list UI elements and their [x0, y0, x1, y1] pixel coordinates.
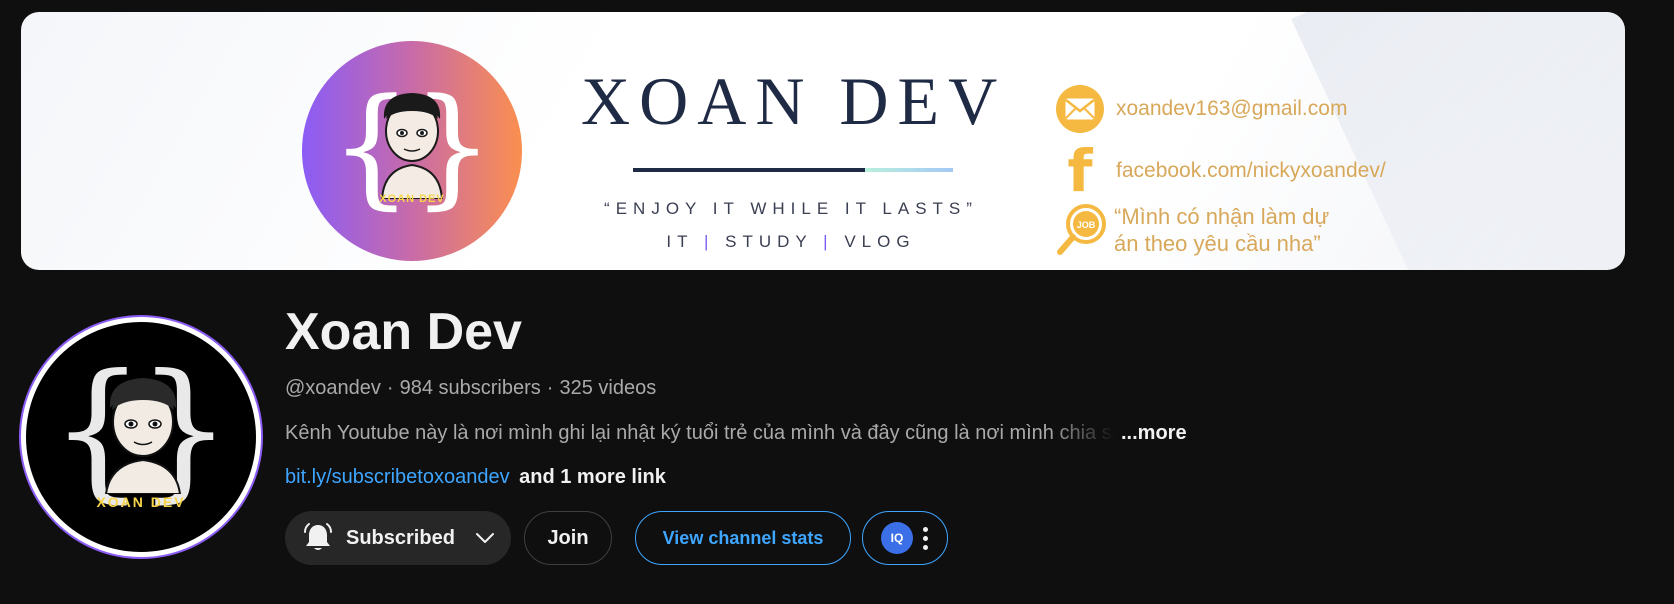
description-more-button[interactable]: ...more	[1121, 422, 1187, 445]
banner-email-text: xoandev163@gmail.com	[1116, 97, 1348, 120]
avatar-logo-text: XOAN DEV	[96, 494, 186, 510]
banner-job-note: “Mình có nhận làm dự án theo yêu cầu nha…	[1114, 204, 1330, 256]
bell-icon	[304, 523, 332, 550]
envelope-icon	[1056, 85, 1104, 133]
chevron-down-icon	[475, 533, 494, 543]
meta-separator: ·	[386, 377, 394, 399]
avatar-image: { } XOAN DEV	[26, 322, 256, 552]
channel-links: bit.ly/subscribetoxoandev and 1 more lin…	[285, 466, 666, 489]
banner-subline: IT | STUDY | VLOG	[581, 232, 1001, 252]
subscribed-label: Subscribed	[346, 526, 455, 549]
job-search-icon: JOB	[1057, 204, 1106, 255]
facebook-icon: f	[1067, 137, 1093, 205]
banner-facebook-text: facebook.com/nickyxoandev/	[1116, 159, 1386, 182]
banner-divider	[633, 168, 953, 172]
channel-name: Xoan Dev	[285, 303, 522, 361]
channel-banner: { } XOAN DEV XOAN DEV “ENJOY IT WHILE IT…	[21, 12, 1625, 270]
banner-title: XOAN DEV	[581, 63, 1007, 139]
more-links-button[interactable]: and 1 more link	[519, 466, 666, 488]
banner-subline-vlog: VLOG	[844, 232, 916, 251]
banner-facebook-row: f facebook.com/nickyxoandev/	[1056, 137, 1386, 205]
channel-description[interactable]: Kênh Youtube này là nơi mình ghi lại nhậ…	[285, 422, 1187, 445]
more-vertical-icon	[923, 526, 928, 550]
job-icon-label: JOB	[1077, 220, 1096, 230]
banner-logo-text: XOAN DEV	[379, 193, 445, 205]
channel-handle: @xoandev	[285, 377, 381, 399]
view-channel-stats-button[interactable]: View channel stats	[635, 511, 851, 565]
banner-subline-separator: |	[703, 232, 715, 251]
cartoon-face-icon	[104, 378, 182, 494]
banner-logo: { } XOAN DEV	[302, 41, 522, 261]
join-button[interactable]: Join	[524, 511, 612, 565]
channel-avatar[interactable]: { } XOAN DEV	[21, 317, 261, 557]
channel-link[interactable]: bit.ly/subscribetoxoandev	[285, 466, 510, 488]
cartoon-face-icon	[380, 93, 444, 199]
banner-subline-separator: |	[823, 232, 834, 251]
subscribed-button[interactable]: Subscribed	[285, 511, 511, 565]
subscriber-count: 984 subscribers	[399, 377, 541, 399]
channel-page: { } XOAN DEV XOAN DEV “ENJOY IT WHILE IT…	[0, 0, 1674, 604]
banner-subline-study: STUDY	[725, 232, 813, 251]
banner-subline-it: IT	[666, 232, 694, 251]
banner-tagline: “ENJOY IT WHILE IT LASTS”	[604, 199, 978, 218]
iq-badge-icon: IQ	[881, 522, 913, 554]
extension-menu-button[interactable]: IQ	[862, 511, 948, 565]
video-count: 325 videos	[559, 377, 657, 399]
banner-divider-light	[865, 168, 953, 172]
banner-job-row: JOB “Mình có nhận làm dự án theo yêu cầu…	[1056, 202, 1354, 258]
banner-divider-dark	[633, 168, 865, 172]
meta-separator: ·	[546, 377, 554, 399]
banner-email-row: xoandev163@gmail.com	[1056, 85, 1347, 133]
channel-meta: @xoandev · 984 subscribers · 325 videos	[285, 377, 656, 400]
channel-description-text: Kênh Youtube này là nơi mình ghi lại nhậ…	[285, 422, 1115, 444]
